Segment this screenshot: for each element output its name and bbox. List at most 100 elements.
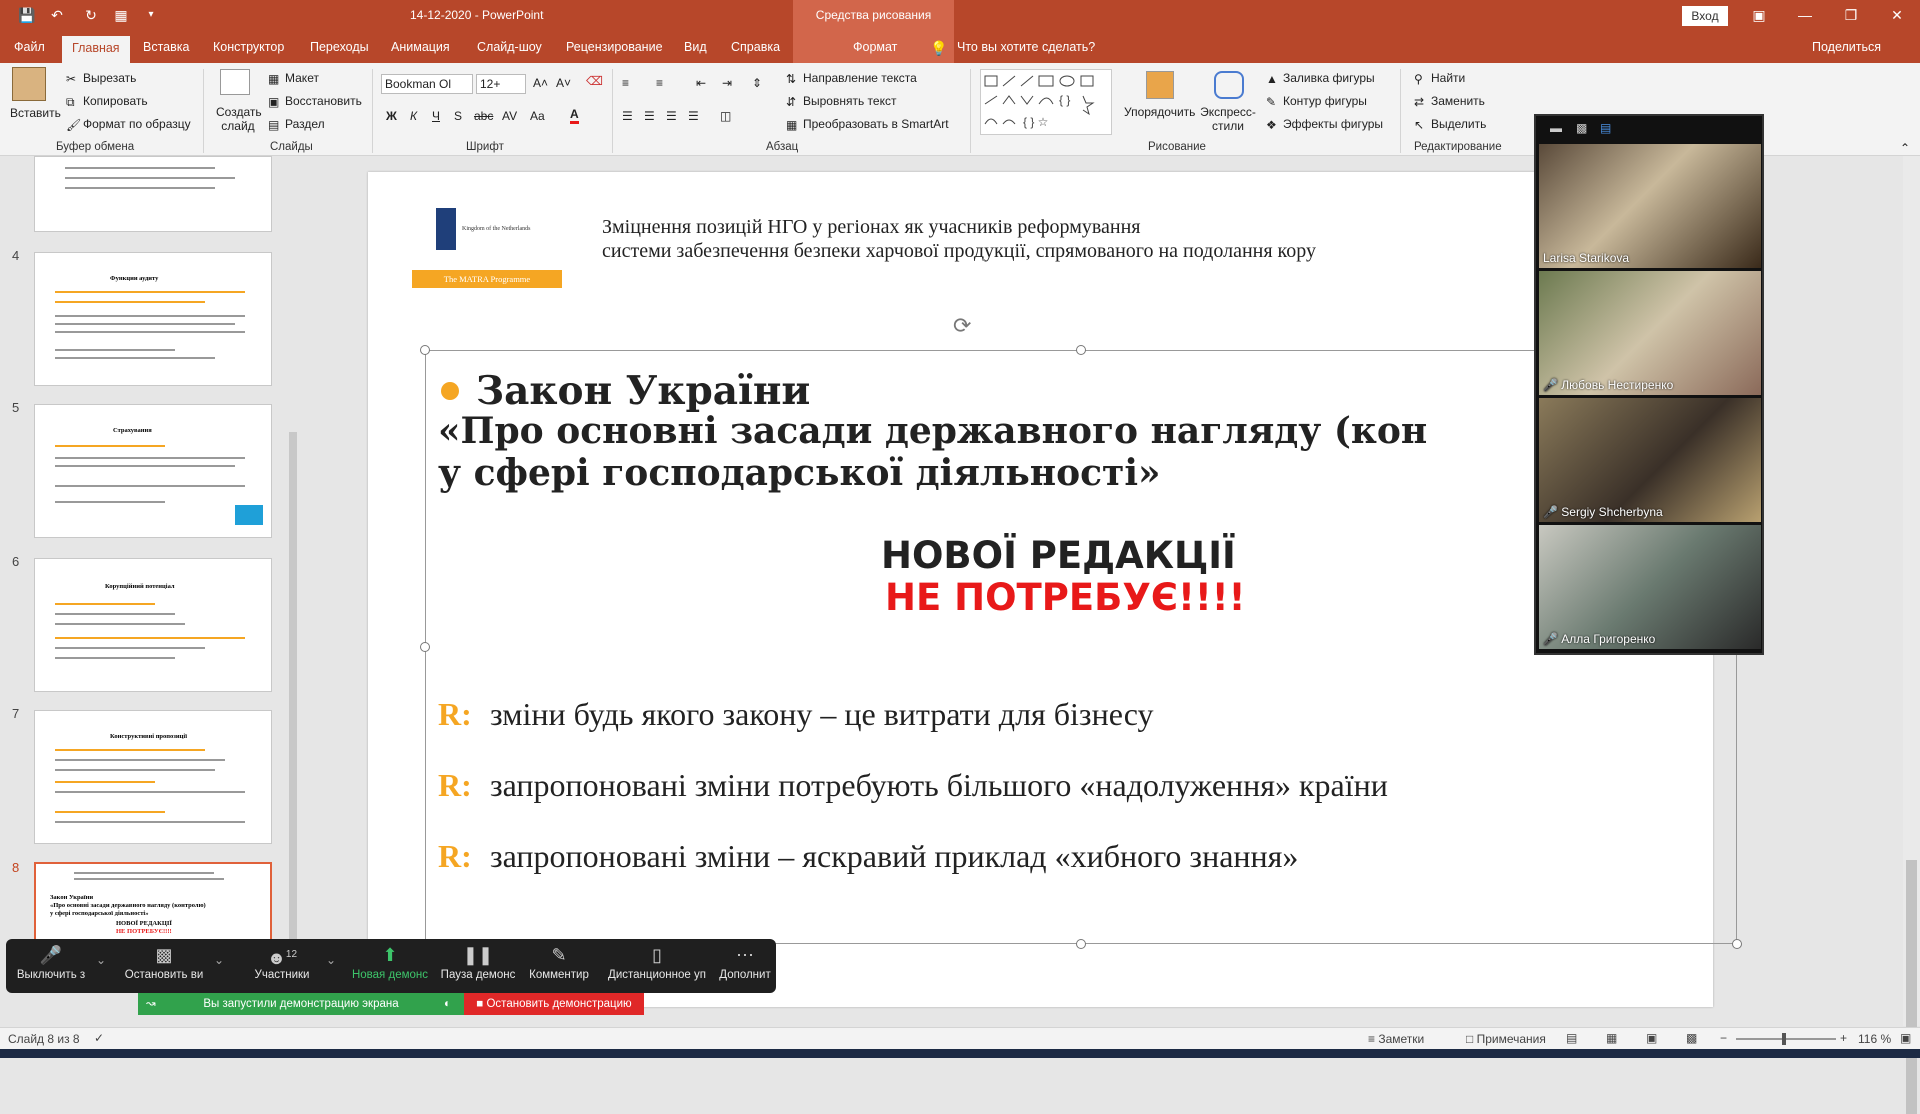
paste-icon[interactable] [12, 67, 46, 101]
panel-scroll-thumb[interactable] [289, 432, 297, 992]
mute-button[interactable]: 🎤 Выключить з [8, 939, 94, 993]
section-button[interactable]: ▤ Раздел [268, 117, 325, 132]
font-size-select[interactable]: 12+ [476, 74, 526, 94]
slide-sorter-icon[interactable]: ▦ [1606, 1031, 1617, 1045]
paste-button[interactable]: Вставить [10, 106, 61, 120]
shape-outline-button[interactable]: ✎ Контур фигуры [1266, 94, 1367, 109]
stop-share-button[interactable]: ■ Остановить демонстрацию [464, 993, 644, 1015]
slideshow-view-icon[interactable]: ▩ [1686, 1031, 1697, 1045]
minimize-icon[interactable]: — [1790, 4, 1820, 26]
tab-transitions[interactable]: Переходы [310, 40, 369, 54]
gallery-view-icon[interactable]: ▤ [1600, 121, 1611, 135]
collapse-ribbon-icon[interactable]: ⌃ [1900, 141, 1910, 155]
layout-button[interactable]: ▦ Макет [268, 71, 319, 86]
clear-formatting-icon[interactable]: ⌫ [586, 74, 603, 88]
participants-options-icon[interactable]: ⌄ [326, 953, 336, 967]
resize-handle[interactable] [1076, 939, 1086, 949]
cut-button[interactable]: ✂ Вырезать [66, 71, 136, 86]
arrange-icon[interactable] [1146, 71, 1174, 99]
customize-toolbar-icon[interactable]: ▾ [142, 6, 160, 24]
italic-icon[interactable]: К [410, 109, 417, 123]
zoom-slider[interactable] [1736, 1033, 1836, 1045]
zoom-out-icon[interactable]: − [1720, 1031, 1727, 1045]
numbering-icon[interactable]: ≡ [656, 76, 663, 90]
find-button[interactable]: ⚲ Найти [1414, 71, 1465, 86]
start-from-beginning-icon[interactable]: ▦ [112, 6, 130, 24]
restore-icon[interactable]: ❐ [1836, 4, 1866, 26]
thumbnail-7[interactable]: Конструктивні пропозиції [34, 710, 272, 844]
zoom-slider-thumb[interactable] [1782, 1033, 1786, 1045]
tab-view[interactable]: Вид [684, 40, 707, 54]
text-direction-button[interactable]: ⇅ Направление текста [786, 71, 917, 86]
redo-icon[interactable]: ↻ [82, 6, 100, 24]
zoom-in-icon[interactable]: + [1840, 1031, 1847, 1045]
font-color-icon[interactable]: A [570, 107, 579, 124]
resize-handle[interactable] [420, 345, 430, 355]
align-right-icon[interactable]: ☰ [666, 109, 677, 123]
resize-handle[interactable] [420, 642, 430, 652]
tab-design[interactable]: Конструктор [213, 40, 284, 54]
bold-icon[interactable]: Ж [386, 109, 397, 123]
shape-effects-button[interactable]: ❖ Эффекты фигуры [1266, 117, 1383, 132]
shadow-icon[interactable]: S [454, 109, 462, 123]
bullets-icon[interactable]: ≡ [622, 76, 629, 90]
slide-scrollbar[interactable] [1903, 156, 1920, 1114]
thumbnail-3[interactable] [34, 156, 272, 232]
thumbnail-5[interactable]: Страхування [34, 404, 272, 538]
video-options-icon[interactable]: ⌄ [214, 953, 224, 967]
align-text-button[interactable]: ⇵ Выровнять текст [786, 94, 896, 109]
shapes-gallery[interactable]: { } { } ☆ [980, 69, 1112, 135]
tab-insert[interactable]: Вставка [143, 40, 189, 54]
zoom-level[interactable]: 116 % [1858, 1032, 1891, 1046]
justify-icon[interactable]: ☰ [688, 109, 699, 123]
thumbnail-4[interactable]: Функции аудиту [34, 252, 272, 386]
shape-fill-button[interactable]: ▲ Заливка фигуры [1266, 71, 1375, 86]
more-button[interactable]: ⋯ Дополнит [716, 939, 774, 993]
tab-animations[interactable]: Анимация [391, 40, 450, 54]
columns-icon[interactable]: ◫ [720, 109, 731, 123]
close-icon[interactable]: ✕ [1882, 4, 1912, 26]
increase-indent-icon[interactable]: ⇥ [722, 76, 732, 90]
arrange-button[interactable]: Упорядочить [1124, 105, 1195, 119]
reading-view-icon[interactable]: ▣ [1646, 1031, 1657, 1045]
tab-review[interactable]: Рецензирование [566, 40, 663, 54]
tab-home[interactable]: Главная [62, 36, 130, 63]
undo-icon[interactable]: ↶ [48, 6, 66, 24]
new-slide-button[interactable]: Создать слайд [216, 105, 262, 133]
font-name-select[interactable]: Bookman Ol [381, 74, 473, 94]
smartart-button[interactable]: ▦ Преобразовать в SmartArt [786, 117, 949, 132]
align-left-icon[interactable]: ☰ [622, 109, 633, 123]
tell-me-search[interactable]: Что вы хотите сделать? [957, 40, 1095, 54]
reset-button[interactable]: ▣ Восстановить [268, 94, 362, 109]
resize-handle[interactable] [1076, 345, 1086, 355]
new-share-button[interactable]: ⬆ Новая демонс [348, 939, 432, 993]
participants-button[interactable]: ☻12 Участники [242, 939, 322, 993]
line-spacing-icon[interactable]: ⇕ [752, 76, 762, 90]
stop-video-button[interactable]: ▩ Остановить ви [116, 939, 212, 993]
slide-scroll-thumb[interactable] [1906, 860, 1917, 1114]
minimize-video-icon[interactable]: ▬ [1550, 121, 1562, 135]
quick-styles-icon[interactable] [1214, 71, 1244, 99]
pause-share-button[interactable]: ❚❚ Пауза демонс [436, 939, 520, 993]
participant-video-4[interactable]: 🎤 Алла Григоренко [1539, 525, 1761, 649]
new-slide-icon[interactable] [220, 69, 250, 95]
audio-options-icon[interactable]: ⌄ [96, 953, 106, 967]
spellcheck-icon[interactable]: ✓ [94, 1031, 104, 1045]
notes-button[interactable]: ≡ Заметки [1368, 1032, 1424, 1046]
panel-scrollbar[interactable] [288, 160, 298, 1020]
share-button[interactable]: Поделиться [1812, 40, 1881, 54]
fit-slide-icon[interactable]: ▣ [1900, 1031, 1911, 1045]
normal-view-icon[interactable]: ▤ [1566, 1031, 1577, 1045]
participant-video-2[interactable]: 🎤 Любовь Нестиренко [1539, 271, 1761, 395]
spacing-icon[interactable]: AV [502, 109, 517, 123]
change-case-icon[interactable]: Aa [530, 109, 545, 123]
annotate-button[interactable]: ✎ Комментир [522, 939, 596, 993]
login-button[interactable]: Вход [1682, 6, 1728, 26]
ribbon-display-icon[interactable]: ▣ [1744, 4, 1774, 26]
select-button[interactable]: ↖ Выделить [1414, 117, 1486, 132]
underline-icon[interactable]: Ч [432, 109, 440, 123]
participant-video-1[interactable]: Larisa Starikova [1539, 144, 1761, 268]
tab-help[interactable]: Справка [731, 40, 780, 54]
copy-button[interactable]: ⧉ Копировать [66, 94, 148, 109]
strikethrough-icon[interactable]: abc [474, 109, 493, 123]
